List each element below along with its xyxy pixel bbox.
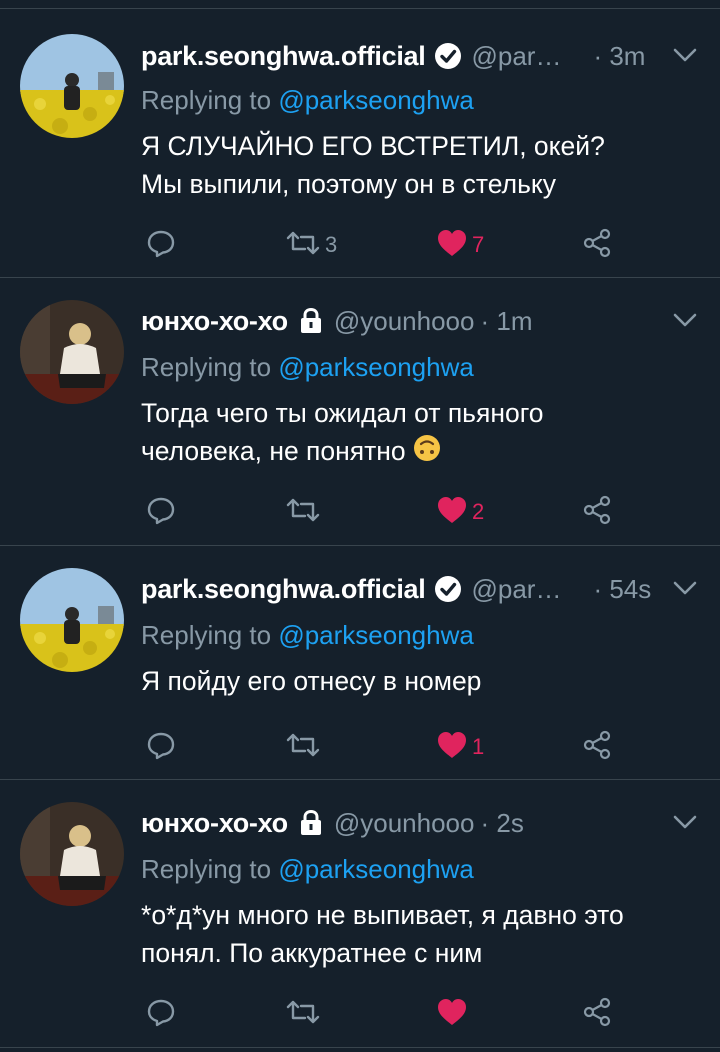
reply-prefix: Replying to <box>141 854 279 884</box>
handle[interactable]: @par… <box>471 41 561 72</box>
reply-context: Replying to @parkseonghwa <box>141 352 474 383</box>
reply-icon <box>145 494 177 531</box>
handle[interactable]: @younhooo <box>334 306 475 337</box>
tweet-text: Я пойду его отнесу в номер <box>141 662 701 700</box>
reply-icon <box>145 729 177 766</box>
share-button[interactable] <box>581 727 613 767</box>
mention-link[interactable]: @parkseonghwa <box>278 85 474 115</box>
chevron-down-icon[interactable] <box>670 807 700 842</box>
tweet-text: *о*д*ун много не выпивает, я давно это п… <box>141 896 701 972</box>
tweet-text-line: *о*д*ун много не выпивает, я давно это <box>141 900 624 930</box>
retweet-icon <box>285 996 321 1033</box>
reply-icon <box>145 227 177 264</box>
tweet-text-line: Мы выпили, поэтому он в стельку <box>141 169 557 199</box>
display-name[interactable]: park.seonghwa.official <box>141 574 426 605</box>
tweet-actions <box>141 994 641 1034</box>
tweet-text-line: Я пойду его отнесу в номер <box>141 666 482 696</box>
tweet-text: Я СЛУЧАЙНО ЕГО ВСТРЕТИЛ, окей? Мы выпили… <box>141 127 701 203</box>
lock-icon <box>296 306 326 336</box>
avatar[interactable] <box>20 802 124 906</box>
retweet-count: 3 <box>325 232 338 257</box>
retweet-button[interactable] <box>285 492 325 532</box>
like-count: 1 <box>472 734 485 759</box>
share-button[interactable] <box>581 492 613 532</box>
mention-link[interactable]: @parkseonghwa <box>278 854 474 884</box>
tweet[interactable]: юнхо-хо-хо @younhooo · 1m Replying to @p… <box>0 278 720 546</box>
retweet-icon <box>285 494 321 531</box>
share-icon <box>581 494 613 531</box>
like-button[interactable]: 2 <box>436 492 484 532</box>
tweet-text-line: Я СЛУЧАЙНО ЕГО ВСТРЕТИЛ, окей? <box>141 131 605 161</box>
reply-button[interactable] <box>145 994 177 1034</box>
share-icon <box>581 227 613 264</box>
like-count: 2 <box>472 499 485 524</box>
avatar[interactable] <box>20 300 124 404</box>
mention-link[interactable]: @parkseonghwa <box>278 620 474 650</box>
retweet-button[interactable] <box>285 994 325 1034</box>
share-icon <box>581 729 613 766</box>
tweet-text-line: понял. По аккуратнее с ним <box>141 938 483 968</box>
like-button[interactable]: 7 <box>436 225 484 265</box>
chevron-down-icon[interactable] <box>670 305 700 340</box>
display-name[interactable]: park.seonghwa.official <box>141 41 426 72</box>
timestamp[interactable]: · 2s <box>480 808 523 839</box>
chevron-down-icon[interactable] <box>670 573 700 608</box>
handle[interactable]: @younhooo <box>334 808 475 839</box>
avatar[interactable] <box>20 34 124 138</box>
display-name[interactable]: юнхо-хо-хо <box>141 306 288 337</box>
tweet-text: Тогда чего ты ожидал от пьяного человека… <box>141 394 701 473</box>
timeline: park.seonghwa.official @par… · 3m Replyi… <box>0 0 720 1052</box>
reply-prefix: Replying to <box>141 620 279 650</box>
handle[interactable]: @par… <box>471 574 561 605</box>
tweet-actions: 1 <box>141 727 641 767</box>
like-button[interactable] <box>436 994 472 1034</box>
heart-icon <box>436 730 468 765</box>
tweet[interactable]: park.seonghwa.official @par… · 3m Replyi… <box>0 9 720 278</box>
display-name[interactable]: юнхо-хо-хо <box>141 808 288 839</box>
reply-context: Replying to @parkseonghwa <box>141 620 474 651</box>
tweet[interactable]: юнхо-хо-хо @younhooo · 2s Replying to @p… <box>0 780 720 1048</box>
tweet[interactable]: park.seonghwa.official @par… · 54s Reply… <box>0 546 720 780</box>
retweet-icon <box>285 227 321 264</box>
retweet-icon <box>285 729 321 766</box>
reply-button[interactable] <box>145 225 177 265</box>
share-button[interactable] <box>581 994 613 1034</box>
verified-icon <box>433 574 463 604</box>
like-button[interactable]: 1 <box>436 727 484 767</box>
reply-button[interactable] <box>145 727 177 767</box>
lock-icon <box>296 808 326 838</box>
timestamp[interactable]: · 3m <box>593 41 645 72</box>
mention-link[interactable]: @parkseonghwa <box>278 352 474 382</box>
chevron-down-icon[interactable] <box>670 40 700 75</box>
share-icon <box>581 996 613 1033</box>
reply-icon <box>145 996 177 1033</box>
tweet-text-line: человека, не понятно <box>141 436 406 466</box>
reply-context: Replying to @parkseonghwa <box>141 854 474 885</box>
verified-icon <box>433 41 463 71</box>
heart-icon <box>436 228 468 263</box>
reply-context: Replying to @parkseonghwa <box>141 85 474 116</box>
avatar[interactable] <box>20 568 124 672</box>
heart-icon <box>436 495 468 530</box>
tweet-actions: 2 <box>141 492 641 532</box>
tweet-text-line: Тогда чего ты ожидал от пьяного <box>141 398 544 428</box>
timestamp[interactable]: · 1m <box>480 306 532 337</box>
share-button[interactable] <box>581 225 613 265</box>
tweet-text-line-with-emoji: человека, не понятно <box>141 432 701 473</box>
retweet-button[interactable]: 3 <box>285 225 337 265</box>
reply-button[interactable] <box>145 492 177 532</box>
retweet-button[interactable] <box>285 727 325 767</box>
reply-prefix: Replying to <box>141 352 279 382</box>
tweet-actions: 3 7 <box>141 225 641 265</box>
heart-icon <box>436 997 468 1032</box>
timestamp[interactable]: · 54s <box>593 574 651 605</box>
upside-down-face-icon <box>412 433 442 473</box>
like-count: 7 <box>472 232 485 257</box>
reply-prefix: Replying to <box>141 85 279 115</box>
